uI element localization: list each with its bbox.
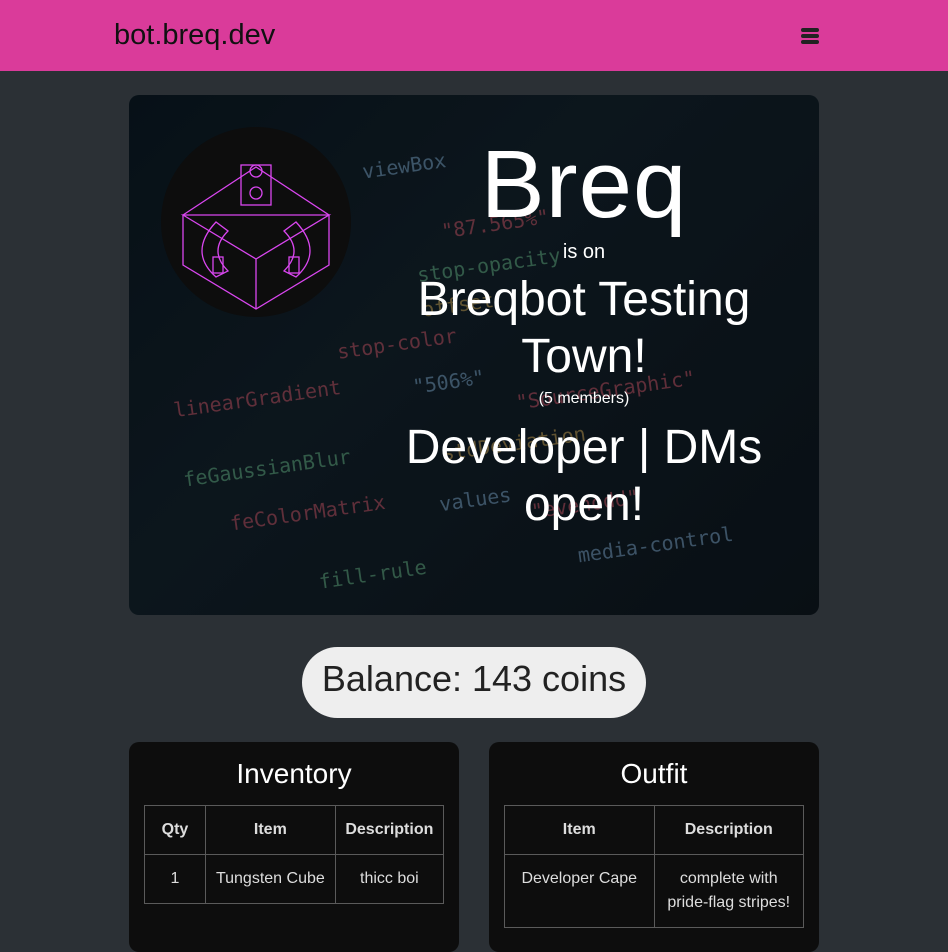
outfit-item: Developer Cape (504, 854, 655, 928)
username: Breq (480, 131, 688, 238)
member-count: (5 members) (538, 390, 630, 407)
table-header: Item (504, 805, 655, 855)
table-header: Item (205, 805, 336, 855)
inventory-card: Inventory Qty Item Description 1 Tungste… (129, 742, 459, 952)
table-header: Qty (144, 805, 206, 855)
inventory-table: Qty Item Description 1 Tungsten Cube thi… (144, 805, 445, 904)
table-header: Description (653, 805, 804, 855)
server-name: Breqbot Testing Town! (417, 273, 751, 383)
navbar: bot.breq.dev (0, 0, 948, 71)
is-on-label: is on (562, 241, 606, 263)
outfit-title: Outfit (620, 758, 688, 789)
inventory-item: Tungsten Cube (205, 854, 336, 904)
profile-text: Breq is on Breqbot Testing Town! (5 memb… (389, 135, 779, 533)
inventory-title: Inventory (236, 758, 352, 789)
table-row: Developer Cape complete with pride-flag … (504, 854, 804, 928)
balance-badge: Balance: 143 coins (302, 647, 646, 718)
table-row: 1 Tungsten Cube thicc boi (144, 854, 445, 904)
table-header: Description (334, 805, 445, 855)
avatar (161, 127, 351, 317)
status-message: Developer | DMs open! (405, 421, 763, 531)
profile-hero: viewBox "87.565%" stop-opacity offset st… (129, 95, 819, 615)
inventory-description: thicc boi (334, 854, 445, 904)
inventory-qty: 1 (144, 854, 206, 904)
hamburger-icon[interactable] (800, 27, 822, 45)
brand-link[interactable]: bot.breq.dev (114, 18, 275, 52)
outfit-table: Item Description Developer Cape complete… (504, 805, 804, 928)
outfit-description: complete with pride-flag stripes! (653, 854, 804, 928)
outfit-card: Outfit Item Description Developer Cape c… (489, 742, 819, 952)
